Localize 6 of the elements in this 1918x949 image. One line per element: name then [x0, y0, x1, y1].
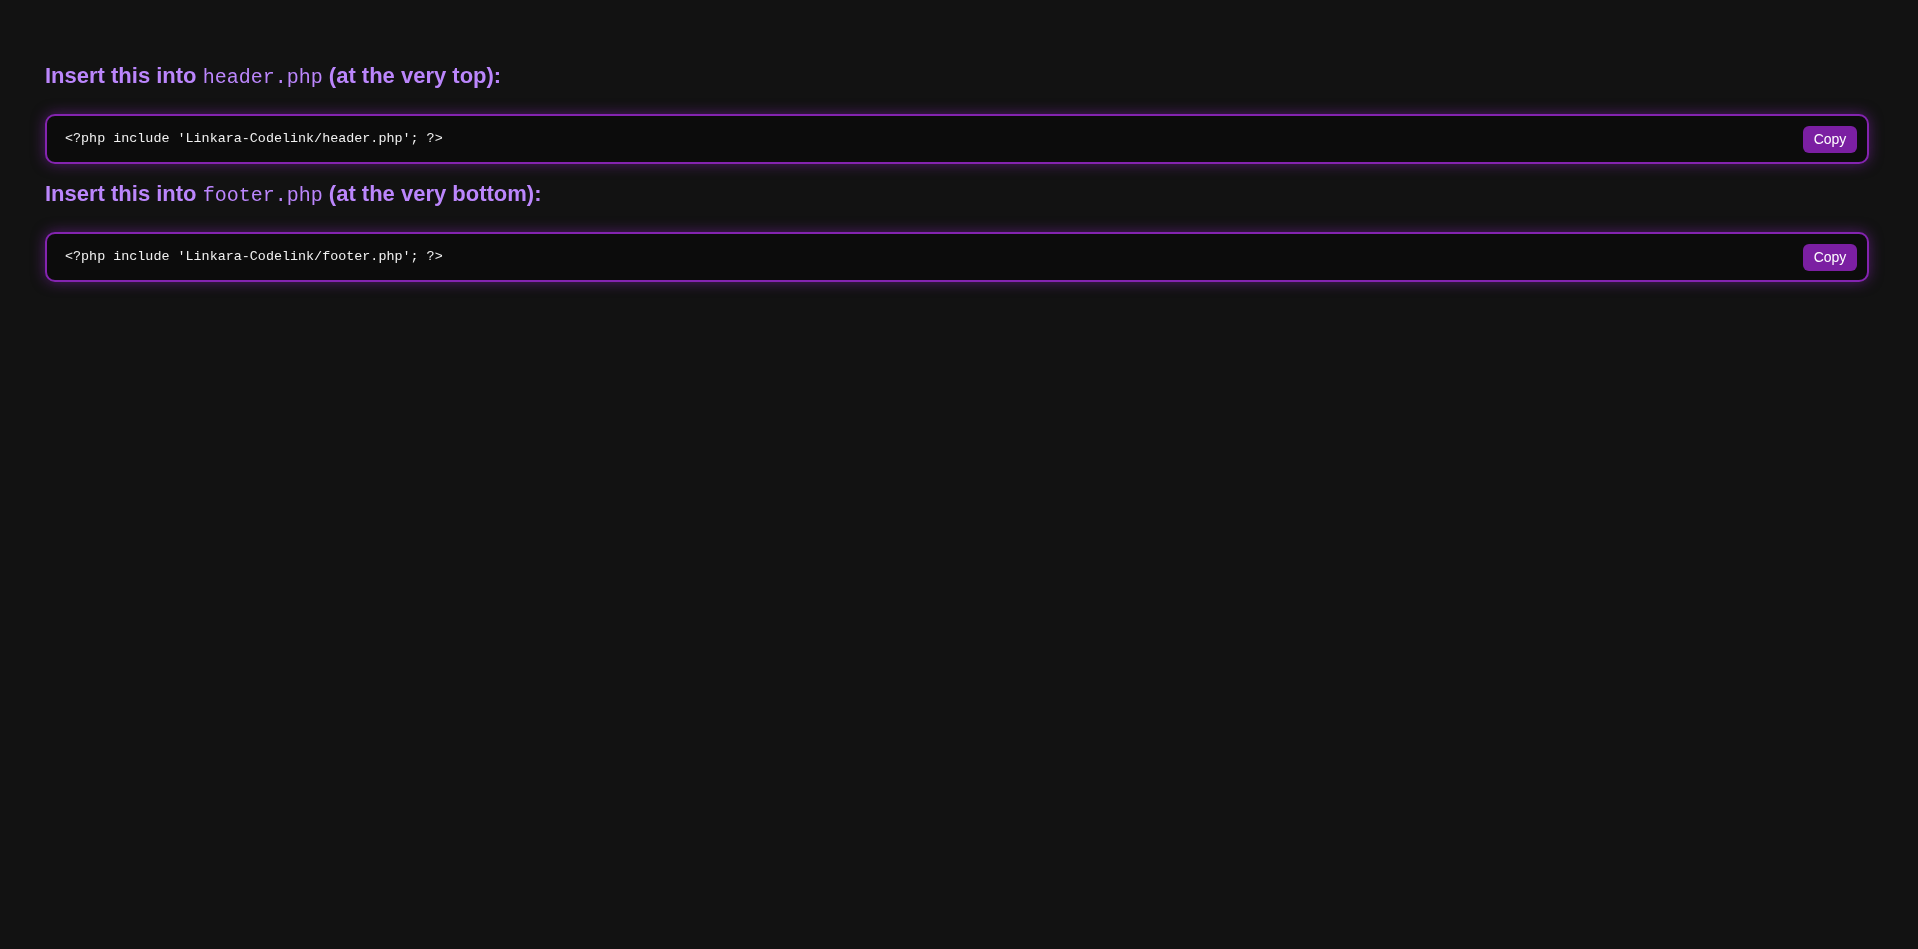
- code-snippet: <?php include 'Linkara-Codelink/footer.php'; ?>: [65, 247, 443, 266]
- section-heading: Insert this into footer.php (at the very bottom):: [45, 180, 542, 209]
- copy-button[interactable]: Copy: [1803, 243, 1857, 271]
- code-snippet: <?php include 'Linkara-Codelink/header.php'; ?>: [65, 129, 443, 148]
- section-heading: Insert this into header.php (at the very top):: [45, 62, 502, 91]
- copy-button[interactable]: Copy: [1803, 125, 1857, 153]
